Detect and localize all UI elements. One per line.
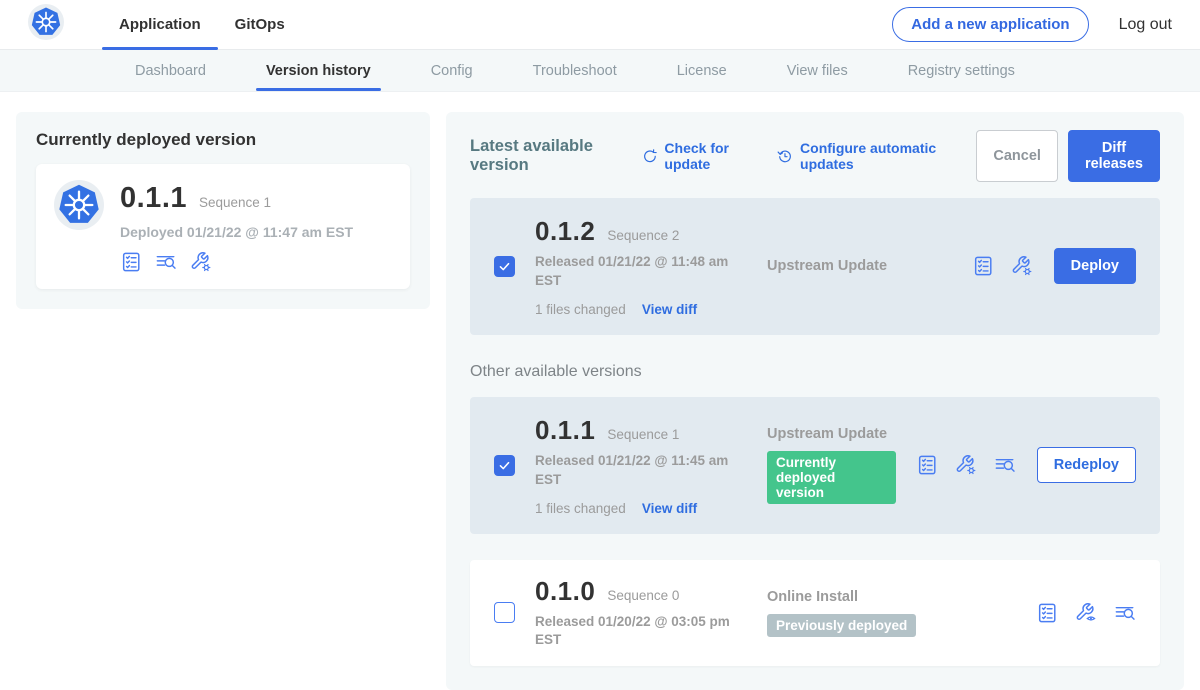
released-timestamp: Released 01/21/22 @ 11:48 am EST [535, 253, 731, 291]
currently-deployed-title: Currently deployed version [36, 130, 410, 150]
version-checkbox[interactable] [494, 602, 515, 623]
deployed-timestamp: Deployed 01/21/22 @ 11:47 am EST [120, 224, 353, 240]
tab-application[interactable]: Application [102, 0, 218, 50]
version-row-0-1-2: 0.1.2 Sequence 2 Released 01/21/22 @ 11:… [470, 198, 1160, 335]
sequence-label: Sequence 2 [607, 228, 679, 243]
tab-application-label: Application [119, 16, 201, 33]
view-diff-link[interactable]: View diff [642, 302, 697, 317]
deployed-version-card: 0.1.1 Sequence 1 Deployed 01/21/22 @ 11:… [36, 164, 410, 289]
version-source-label: Upstream Update [767, 258, 952, 274]
add-new-application-button[interactable]: Add a new application [892, 7, 1088, 42]
sequence-label: Sequence 0 [607, 588, 679, 603]
version-checkbox[interactable] [494, 455, 515, 476]
files-changed-label: 1 files changed [535, 302, 626, 317]
subnav-version-history[interactable]: Version history [266, 50, 371, 91]
subnav-troubleshoot[interactable]: Troubleshoot [533, 50, 617, 91]
version-row-0-1-0: 0.1.0 Sequence 0 Released 01/20/22 @ 03:… [470, 560, 1160, 667]
configure-automatic-updates-link[interactable]: Configure automatic updates [777, 140, 954, 172]
preflight-checklist-icon[interactable] [1036, 602, 1058, 624]
app-sub-navigation: Dashboard Version history Config Trouble… [0, 50, 1200, 92]
subnav-view-files[interactable]: View files [787, 50, 848, 91]
edit-config-icon[interactable] [955, 454, 977, 476]
version-checkbox[interactable] [494, 256, 515, 277]
checkmark-icon [497, 259, 512, 274]
view-config-icon[interactable] [1075, 602, 1097, 624]
subnav-registry-settings[interactable]: Registry settings [908, 50, 1015, 91]
logout-link[interactable]: Log out [1119, 16, 1172, 34]
kubernetes-logo-icon [28, 4, 64, 45]
currently-deployed-badge: Currently deployed version [767, 451, 896, 504]
main-content: Currently deployed version 0.1.1 Sequenc… [0, 92, 1200, 690]
view-logs-icon[interactable] [1114, 602, 1136, 624]
kubernetes-app-icon [54, 180, 104, 273]
top-navigation: Application GitOps Add a new application… [0, 0, 1200, 50]
tab-gitops[interactable]: GitOps [218, 0, 302, 50]
version-number: 0.1.2 [535, 216, 595, 247]
subnav-license[interactable]: License [677, 50, 727, 91]
latest-available-title: Latest available version [470, 137, 620, 175]
edit-config-icon[interactable] [190, 251, 212, 273]
refresh-icon [642, 146, 658, 166]
currently-deployed-panel: Currently deployed version 0.1.1 Sequenc… [16, 112, 430, 309]
edit-config-icon[interactable] [1011, 255, 1033, 277]
tab-gitops-label: GitOps [235, 16, 285, 33]
configure-automatic-updates-label: Configure automatic updates [800, 140, 954, 172]
view-logs-icon[interactable] [994, 454, 1016, 476]
cancel-button[interactable]: Cancel [976, 130, 1058, 182]
deploy-button[interactable]: Deploy [1054, 248, 1136, 284]
available-versions-panel: Latest available version Check for updat… [446, 112, 1184, 690]
preflight-checklist-icon[interactable] [972, 255, 994, 277]
view-logs-icon[interactable] [155, 251, 177, 273]
version-source-label: Upstream Update [767, 426, 896, 442]
view-diff-link[interactable]: View diff [642, 501, 697, 516]
released-timestamp: Released 01/21/22 @ 11:45 am EST [535, 452, 731, 490]
subnav-dashboard[interactable]: Dashboard [135, 50, 206, 91]
schedule-update-icon [777, 146, 793, 166]
version-number: 0.1.0 [535, 576, 595, 607]
preflight-checklist-icon[interactable] [120, 251, 142, 273]
redeploy-button[interactable]: Redeploy [1037, 447, 1136, 483]
diff-releases-button[interactable]: Diff releases [1068, 130, 1160, 182]
topnav-tabs: Application GitOps [102, 0, 302, 50]
version-source-label: Online Install [767, 589, 1016, 605]
check-for-update-link[interactable]: Check for update [642, 140, 756, 172]
version-row-0-1-1: 0.1.1 Sequence 1 Released 01/21/22 @ 11:… [470, 397, 1160, 534]
preflight-checklist-icon[interactable] [916, 454, 938, 476]
other-available-versions-title: Other available versions [470, 363, 1160, 381]
deployed-sequence-label: Sequence 1 [199, 195, 271, 210]
subnav-config[interactable]: Config [431, 50, 473, 91]
files-changed-label: 1 files changed [535, 501, 626, 516]
check-for-update-label: Check for update [664, 140, 755, 172]
version-number: 0.1.1 [535, 415, 595, 446]
checkmark-icon [497, 458, 512, 473]
deployed-version-number: 0.1.1 [120, 182, 187, 215]
sequence-label: Sequence 1 [607, 427, 679, 442]
released-timestamp: Released 01/20/22 @ 03:05 pm EST [535, 613, 731, 651]
